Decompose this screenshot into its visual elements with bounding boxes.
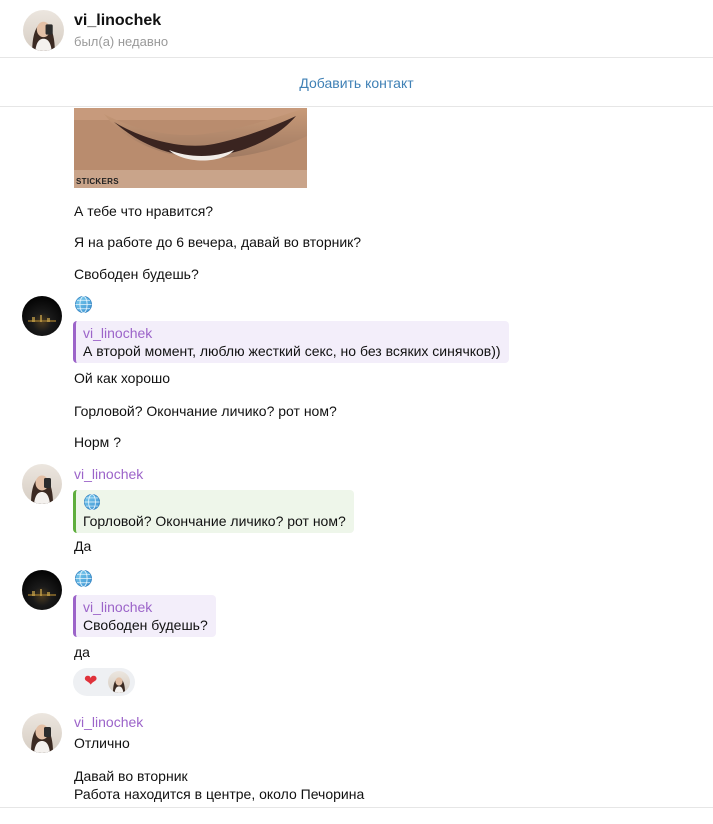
sender-avatar[interactable] [22, 296, 62, 336]
globe-icon [74, 295, 93, 314]
sticker-image[interactable] [74, 108, 307, 188]
message-text: Свободен будешь? [74, 266, 199, 282]
message-text: А тебе что нравится? [74, 203, 214, 219]
contact-name[interactable]: vi_linochek [74, 12, 161, 30]
message-text: да [74, 644, 90, 660]
add-contact-bar: Добавить контакт [0, 59, 713, 107]
reply-quote[interactable]: vi_linochek Свободен будешь? [73, 595, 216, 637]
message-text: Горловой? Окончание личико? рот ном? [74, 403, 337, 419]
quote-author: vi_linochek [83, 325, 153, 341]
message-text: Ой как хорошо [74, 370, 171, 386]
chat-header: vi_linochek был(а) недавно [0, 0, 713, 58]
message-text: Работа находится в центре, около Печорин… [74, 786, 365, 802]
add-contact-button[interactable]: Добавить контакт [299, 75, 413, 91]
globe-icon [83, 493, 101, 511]
reply-quote[interactable]: vi_linochek А второй момент, люблю жестк… [73, 321, 509, 363]
sender-avatar[interactable] [22, 713, 62, 753]
reactor-avatar [108, 671, 130, 693]
reaction-chip[interactable]: ❤ [73, 668, 135, 696]
sender-avatar[interactable] [22, 570, 62, 610]
last-seen-status: был(а) недавно [74, 34, 169, 49]
sender-name[interactable]: vi_linochek [74, 466, 143, 482]
quote-text: Горловой? Окончание личико? рот ном? [83, 513, 346, 529]
message-text: Норм ? [74, 434, 121, 450]
message-text: Я на работе до 6 вечера, давай во вторни… [74, 234, 362, 250]
reply-quote[interactable]: Горловой? Окончание личико? рот ном? [73, 490, 354, 533]
sender-avatar[interactable] [22, 464, 62, 504]
globe-icon [74, 569, 93, 588]
message-text: Давай во вторник [74, 768, 188, 784]
composer-bar [0, 807, 713, 824]
quote-text: А второй момент, люблю жесткий секс, но … [83, 343, 501, 359]
quote-text: Свободен будешь? [83, 617, 208, 633]
quote-author: vi_linochek [83, 599, 153, 615]
heart-icon: ❤ [84, 673, 98, 690]
message-text: Да [74, 538, 92, 554]
contact-avatar[interactable] [23, 10, 64, 51]
message-text: Отлично [74, 735, 130, 751]
sender-name[interactable]: vi_linochek [74, 714, 143, 730]
sticker-watermark: STICKERS [76, 177, 119, 186]
